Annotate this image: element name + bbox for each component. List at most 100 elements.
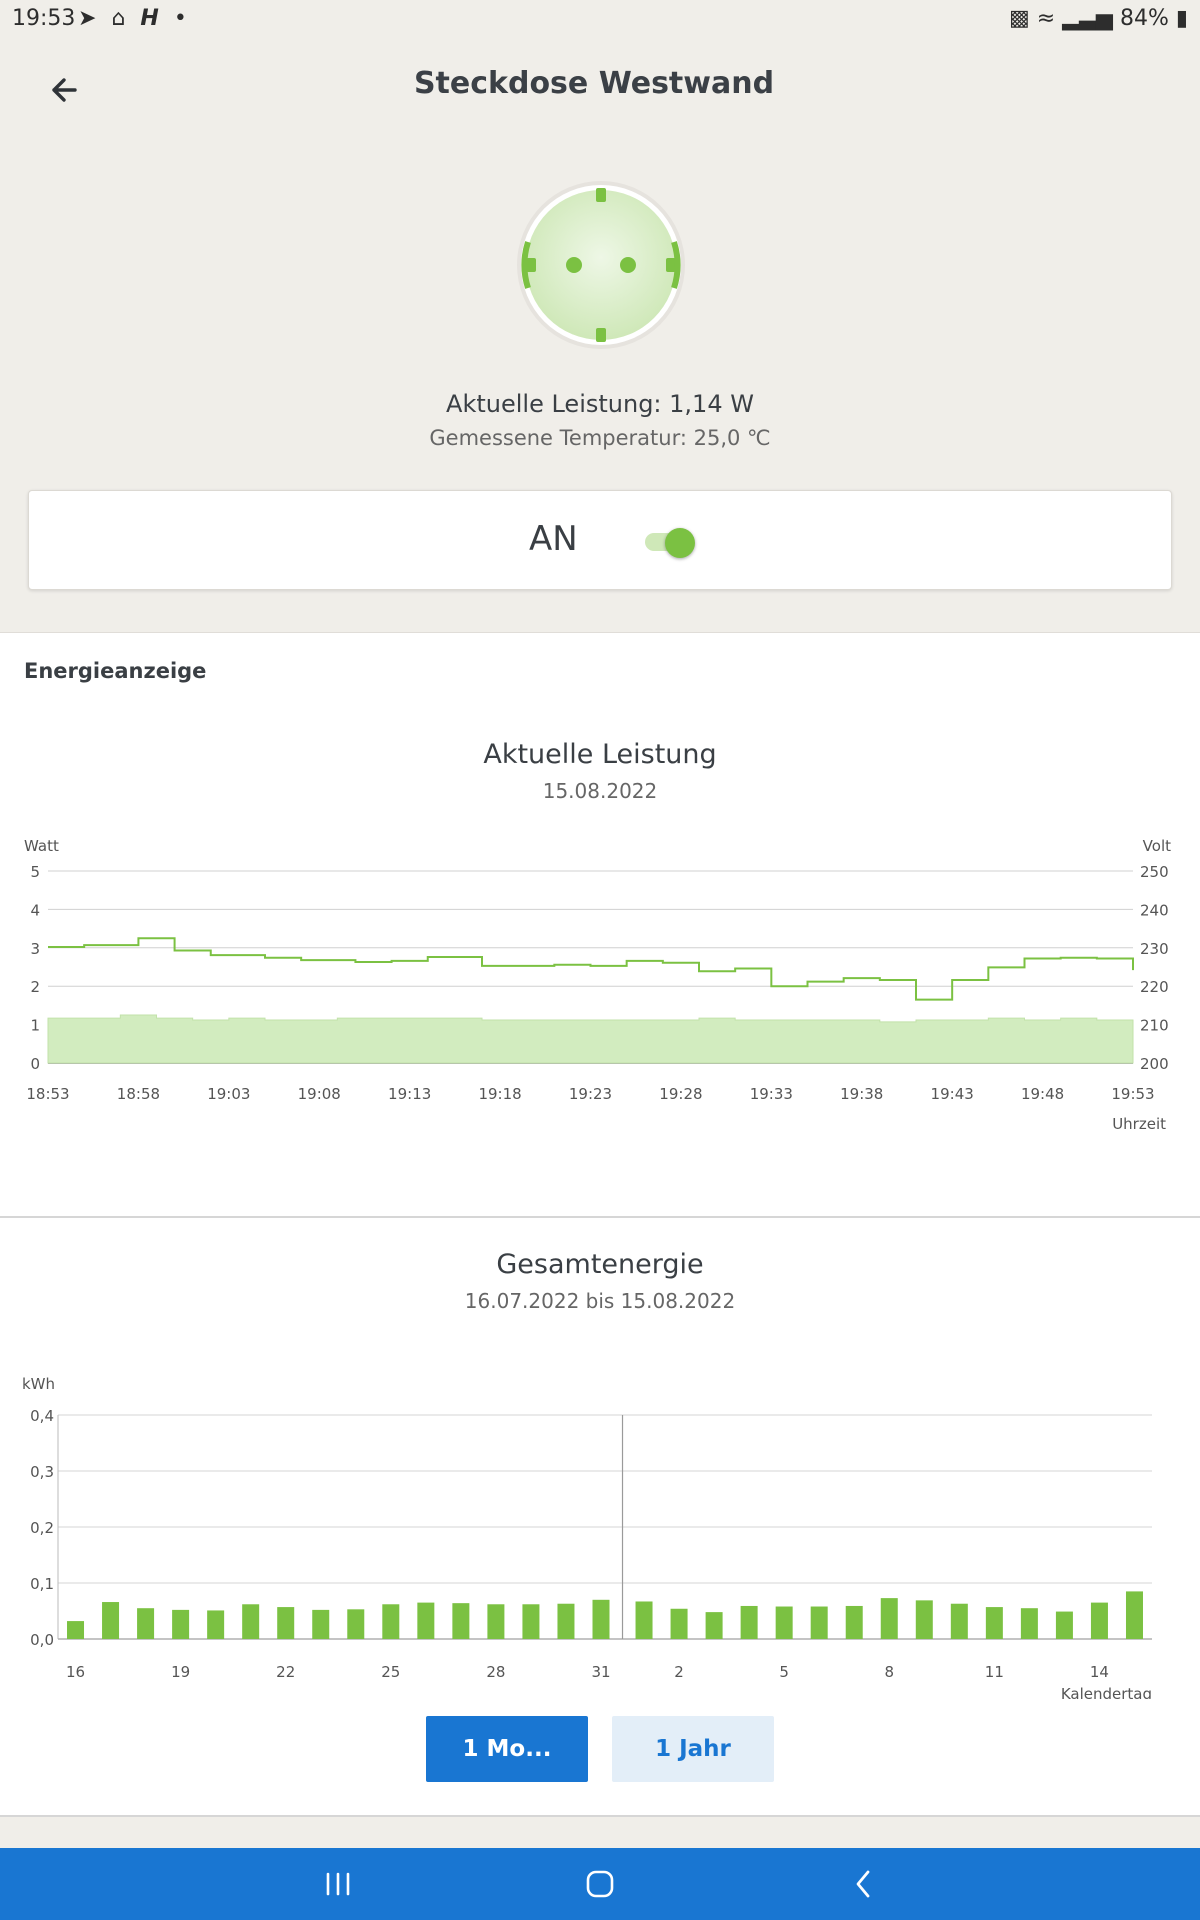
telegram-icon: ➤ [78,6,101,31]
energy-bar [137,1608,155,1639]
energy-bar [740,1605,758,1639]
x-tick: 19:38 [840,1085,883,1103]
lock-icon: ▩ [1008,6,1030,31]
energy-bar [242,1604,260,1639]
x-tick: 16 [66,1663,85,1681]
energy-bar [635,1601,653,1639]
power-chart: 0 1 2 3 4 5 200 210 220 230 240 250 18:53 18:58 19:03 1… [0,823,1200,1167]
energy-bar [1125,1591,1143,1639]
x-tick: 2 [674,1663,684,1681]
power-area-series [47,1014,1134,1064]
more-notifications-dot: • [173,6,191,31]
energy-section-title: Energieanzeige [24,659,207,683]
y-tick-right: 240 [1140,901,1169,919]
x-tick: 28 [486,1663,505,1681]
y-tick-left: 0 [30,1055,40,1073]
x-tick: 11 [985,1663,1004,1681]
x-tick: 19:13 [388,1085,431,1103]
x-tick: 5 [779,1663,789,1681]
x-tick: 14 [1090,1663,1109,1681]
x-tick: 18:53 [26,1085,69,1103]
energy-bar [950,1603,968,1639]
x-tick: 25 [381,1663,400,1681]
signal-icon: ▂▃▅ [1062,6,1113,31]
y-tick-left: 1 [30,1017,40,1035]
range-month-button[interactable]: 1 Mo... [426,1716,588,1782]
power-chart-svg: 0 1 2 3 4 5 200 210 220 230 240 250 18:53 18:58 19:03 1… [24,837,1171,1167]
x-axis-label: Kalendertag [1061,1685,1152,1699]
page-title: Steckdose Westwand [413,66,775,101]
chart-divider [0,1216,1200,1218]
energy-bar [312,1609,330,1639]
y-tick-left: 4 [30,901,40,919]
system-nav-bar [0,1848,1200,1920]
device-readings: Aktuelle Leistung: 1,14 W Gemessene Temp… [0,390,1200,450]
x-tick: 19:23 [569,1085,612,1103]
x-tick: 8 [884,1663,894,1681]
y-tick: 0,4 [30,1407,54,1425]
energy-bar [775,1606,793,1639]
h-app-icon: H [140,6,163,31]
x-tick: 19:48 [1021,1085,1064,1103]
switch-card: AN [28,490,1172,590]
chart1-title: Aktuelle Leistung [483,739,717,770]
energy-bar [172,1609,190,1639]
section-bottom-border [0,1815,1200,1817]
current-power-label: Aktuelle Leistung: 1,14 W [446,390,754,418]
energy-bar [705,1612,723,1639]
y-tick-right: 230 [1140,940,1169,958]
energy-bar [1055,1611,1073,1639]
switch-state-label: AN [529,519,578,559]
energy-bar [452,1603,470,1639]
temperature-label: Gemessene Temperatur: 25,0 ℃ [429,426,771,450]
x-tick: 19:03 [207,1085,250,1103]
energy-bar [880,1598,898,1639]
energy-bar [592,1599,610,1639]
y-tick-right: 200 [1140,1055,1169,1073]
status-right: ▩ ≈ ▂▃▅ 84% ▮ [1009,6,1188,31]
x-tick: 19:28 [659,1085,702,1103]
range-year-button[interactable]: 1 Jahr [612,1716,774,1782]
energy-chart: 0,0 0,1 0,2 0,3 0,4 16 19 22 25 28 31 2 5 8 11 14 kWh Kal… [0,1339,1200,1703]
x-axis-label: Uhrzeit [1112,1115,1166,1133]
x-tick: 31 [591,1663,610,1681]
x-tick: 19 [171,1663,190,1681]
energy-bar [417,1602,435,1639]
energy-bar [277,1607,295,1639]
toggle-knob [665,528,695,558]
chart2-subtitle: 16.07.2022 bis 15.08.2022 [464,1289,736,1313]
y-tick-right: 220 [1140,978,1169,996]
energy-bar [102,1602,120,1639]
power-toggle[interactable] [641,527,701,558]
recent-apps-icon[interactable] [316,1864,360,1904]
y-tick: 0,1 [30,1575,54,1593]
energy-bar [985,1607,1003,1639]
energy-bar [382,1604,400,1639]
app-bar: Steckdose Westwand [0,38,1200,130]
x-tick: 19:18 [478,1085,521,1103]
y-axis-label-right: Volt [1143,837,1171,855]
energy-bar [347,1609,365,1639]
y-axis-label-left: Watt [24,837,59,855]
y-tick: 0,2 [30,1519,54,1537]
status-time: 19:53 [12,6,76,31]
x-tick: 19:43 [931,1085,974,1103]
battery-level: 84% [1119,6,1169,31]
energy-bar [207,1610,225,1639]
energy-bar [915,1600,933,1639]
energy-chart-svg: 0,00,10,20,30,416 19 22 25 28 31 2 5 8 11 14kWhKal… [22,1375,1152,1703]
battery-icon: ▮ [1175,6,1188,31]
y-tick-left: 3 [30,940,40,958]
back-nav-icon[interactable] [842,1864,886,1904]
energy-section: Energieanzeige Aktuelle Leistung 15.08.2… [0,632,1200,1817]
notification-icons: ➤ ⌂ H • [78,6,191,31]
y-tick-right: 210 [1140,1017,1169,1035]
home-icon[interactable] [578,1864,622,1904]
chart1-subtitle: 15.08.2022 [542,779,658,803]
energy-bar [670,1608,688,1639]
y-axis-label: kWh [22,1375,55,1393]
y-tick-left: 5 [30,863,40,881]
x-tick: 19:33 [750,1085,793,1103]
wifi-icon: ≈ [1036,6,1056,31]
x-tick: 18:58 [117,1085,160,1103]
